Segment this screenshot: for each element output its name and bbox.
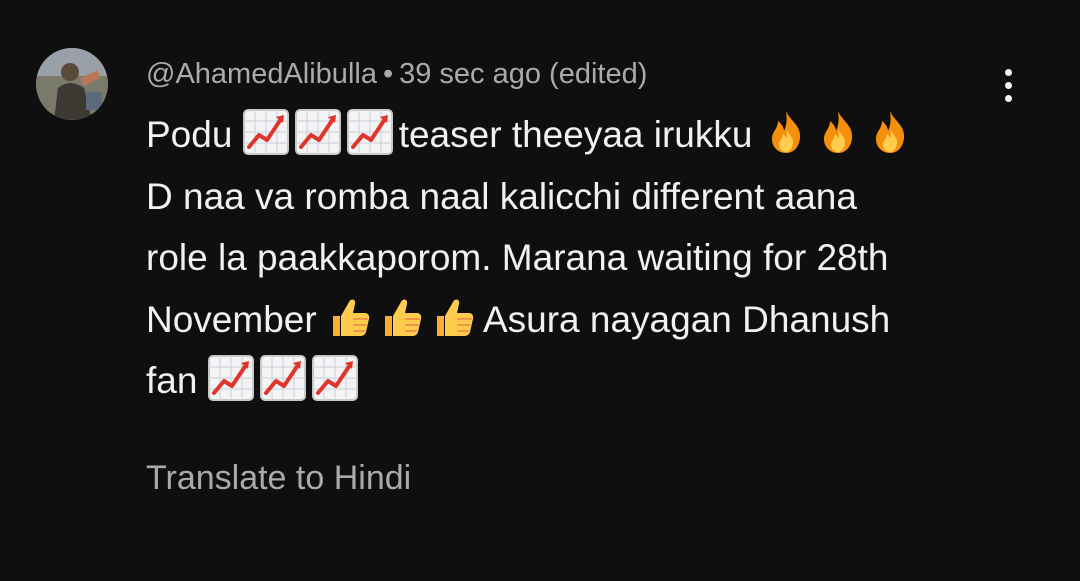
comment-line-4: November Asura nayagan Dhanush — [146, 289, 1026, 351]
thumbs-up-icon — [431, 294, 477, 340]
thumbs-up-emoji-group — [327, 299, 483, 340]
comment-meta: @AhamedAlibulla • 39 sec ago (edited) — [146, 54, 647, 94]
comment-thread: @AhamedAlibulla • 39 sec ago (edited) Podu… — [0, 0, 1080, 581]
fire-icon — [763, 109, 809, 155]
comment-time: 39 sec ago (edited) — [399, 58, 648, 90]
comment-text-segment: November — [146, 298, 317, 340]
avatar[interactable] — [36, 48, 108, 120]
chart-increasing-icon — [259, 355, 306, 401]
comment-line-2: D naa va romba naal kalicchi different a… — [146, 175, 857, 217]
chart-increasing-icon — [294, 109, 341, 155]
meta-separator: • — [382, 58, 394, 90]
fire-icon — [867, 109, 913, 155]
more-dot — [1004, 68, 1012, 76]
comment-text-segment: Podu — [146, 114, 233, 155]
chart-increasing-icon — [346, 109, 393, 155]
chart-increasing-icon — [242, 109, 289, 155]
comment-text-segment: Asura nayagan Dhanush — [482, 298, 891, 340]
fire-emoji-group — [763, 111, 919, 155]
author-name[interactable]: @AhamedAlibulla — [146, 58, 377, 90]
chart-increasing-emoji-group — [207, 355, 364, 401]
more-dot — [1004, 94, 1012, 102]
chart-increasing-icon — [207, 355, 254, 401]
comment-text-segment: teaser theeyaa irukku — [398, 114, 753, 155]
comment-line-1: Podu teaser theeyaa irukku — [146, 104, 1026, 166]
comment-text-segment: fan — [146, 360, 198, 401]
fire-icon — [815, 109, 861, 155]
more-dot — [1004, 81, 1012, 89]
more-vert-icon[interactable] — [990, 60, 1026, 110]
thumbs-up-icon — [327, 294, 373, 340]
comment-body: Podu teaser theeyaa irukku D naa va romb… — [146, 104, 1026, 412]
chart-increasing-icon — [311, 355, 358, 401]
comment-line-5: fan — [146, 350, 1026, 412]
comment-line-3: role la paakkaporom. Marana waiting for … — [146, 237, 889, 278]
translate-link[interactable]: Translate to Hindi — [146, 456, 411, 500]
thumbs-up-icon — [379, 294, 425, 340]
chart-increasing-emoji-group — [242, 109, 399, 155]
